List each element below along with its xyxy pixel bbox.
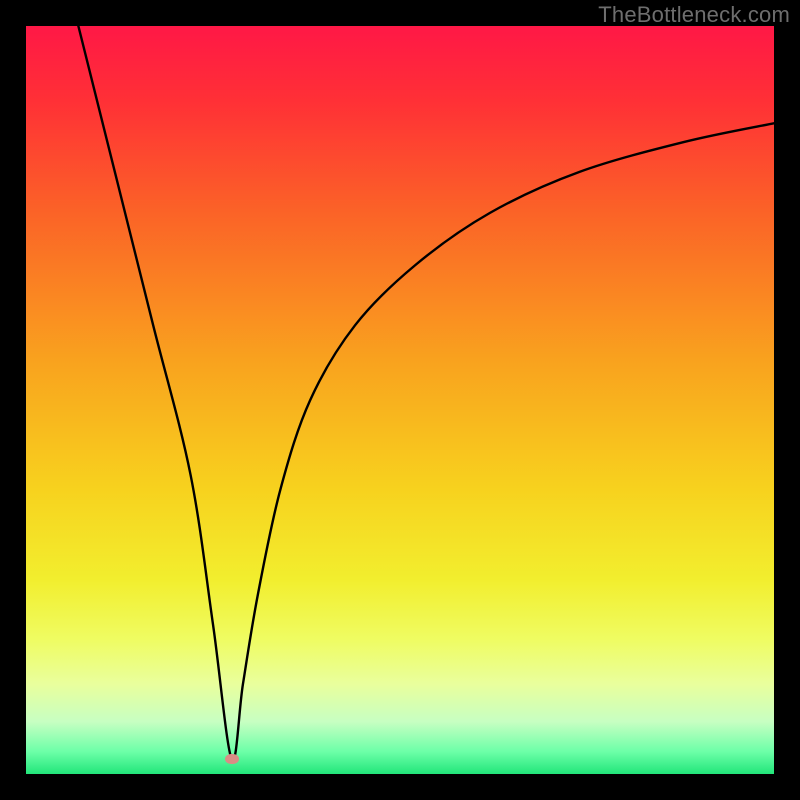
chart-container: TheBottleneck.com bbox=[0, 0, 800, 800]
curve-layer bbox=[26, 26, 774, 774]
watermark-text: TheBottleneck.com bbox=[598, 2, 790, 28]
bottleneck-curve bbox=[78, 26, 774, 760]
plot-area bbox=[26, 26, 774, 774]
minimum-marker bbox=[225, 754, 239, 764]
